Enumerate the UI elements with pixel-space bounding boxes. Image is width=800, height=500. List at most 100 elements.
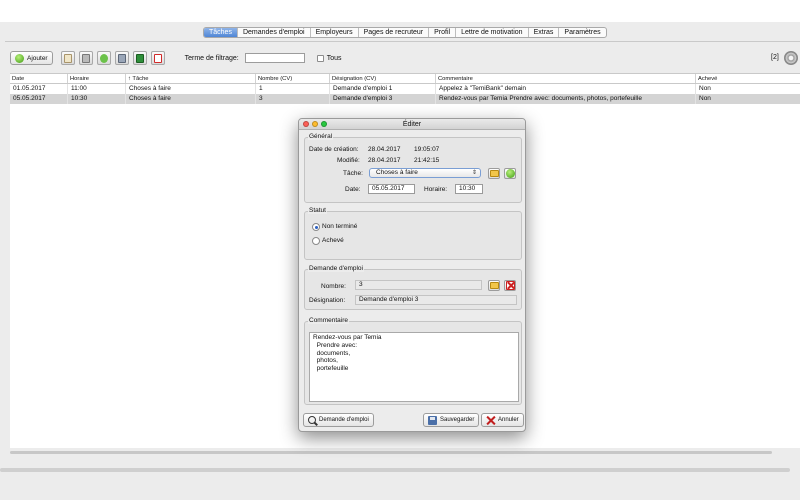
save-button-label: Sauvegarder	[440, 417, 475, 423]
record-count: [2]	[771, 54, 779, 61]
edit-icon	[63, 53, 72, 63]
add-task-button[interactable]	[504, 168, 516, 179]
table-cell: Non	[699, 85, 711, 92]
save-icon	[428, 415, 437, 425]
cancel-button[interactable]: Annuler	[481, 413, 524, 427]
tab-demandes-emploi[interactable]: Demandes d'emploi	[238, 28, 311, 37]
table-cell: 01.05.2017	[10, 84, 68, 94]
tab-taches[interactable]: Tâches	[204, 28, 238, 37]
table-cell: 10:30	[68, 94, 126, 104]
select-arrows-icon: ⇕	[471, 170, 477, 176]
status-group: Statut Non terminé Achevé	[304, 207, 522, 260]
task-label: Tâche:	[343, 170, 363, 177]
created-label: Date de création:	[309, 146, 359, 153]
filter-input[interactable]	[244, 53, 305, 63]
print-button[interactable]	[114, 51, 129, 65]
modified-date: 28.04.2017	[368, 157, 401, 164]
table-cell: Non	[699, 95, 711, 102]
status-open-radio[interactable]	[312, 223, 320, 231]
column-header-designation[interactable]: Désignation (CV)	[330, 74, 436, 83]
print-icon	[117, 53, 126, 63]
designation-label: Désignation:	[309, 297, 346, 304]
dialog-titlebar: Éditer	[299, 119, 525, 130]
created-time: 19:05:07	[414, 146, 440, 153]
tab-lettre-motivation[interactable]: Lettre de motivation	[456, 28, 529, 37]
tab-bar: Tâches Demandes d'emploi Employeurs Page…	[203, 27, 607, 38]
status-done-radio[interactable]	[312, 237, 320, 245]
app-window: Tâches Demandes d'emploi Employeurs Page…	[0, 0, 800, 500]
table-cell: 11:00	[68, 84, 126, 94]
table-header: Date Horaire ↑ Tâche Nombre (CV) Désigna…	[10, 74, 800, 84]
save-button[interactable]: Sauvegarder	[423, 413, 480, 427]
filter-label: Terme de filtrage:	[184, 54, 239, 62]
refresh-icon	[99, 53, 108, 63]
folder-icon	[489, 282, 499, 289]
table-cell: Demande d'emploi 3	[330, 94, 436, 104]
export-pdf-button[interactable]	[150, 51, 165, 65]
add-button[interactable]: Ajouter	[10, 51, 53, 65]
comment-textarea[interactable]: Rendez-vous par Temia Prendre avec: docu…	[309, 332, 519, 402]
table-cell: Rendez-vous par Temia Prendre avec: docu…	[436, 94, 696, 104]
gear-icon[interactable]	[784, 51, 798, 65]
minimize-icon[interactable]	[312, 121, 318, 127]
column-header-date[interactable]: Date	[10, 74, 68, 83]
cancel-icon	[486, 416, 495, 425]
edit-button[interactable]	[60, 51, 75, 65]
application-button-label: Demande d'emploi	[319, 417, 369, 423]
add-icon	[15, 53, 24, 63]
cancel-button-label: Annuler	[498, 417, 519, 423]
tab-profil[interactable]: Profil	[429, 28, 457, 37]
number-label: Nombre:	[321, 283, 346, 290]
task-select-value: Choses à faire	[376, 169, 418, 176]
add-icon	[505, 169, 515, 178]
general-group: Général Date de création: 28.04.2017 19:…	[304, 133, 522, 203]
open-application-button[interactable]	[488, 280, 500, 291]
created-date: 28.04.2017	[368, 146, 401, 153]
excel-icon	[135, 53, 144, 63]
delete-button[interactable]	[78, 51, 93, 65]
column-header-nombre[interactable]: Nombre (CV)	[256, 74, 330, 83]
table-cell: 1	[256, 84, 330, 94]
application-button[interactable]: Demande d'emploi	[303, 413, 374, 427]
designation-field: Demande d'emploi 3	[355, 295, 517, 305]
date-field[interactable]: 05.05.2017	[368, 184, 415, 194]
application-group: Demande d'emploi Nombre: 3 Désignation: …	[304, 265, 522, 310]
modified-time: 21:42:15	[414, 157, 440, 164]
window-horizontal-scrollbar[interactable]	[0, 468, 790, 472]
column-header-horaire[interactable]: Horaire	[68, 74, 126, 83]
column-header-commentaire[interactable]: Commentaire	[436, 74, 696, 83]
dialog-title: Éditer	[402, 121, 422, 128]
table-cell: Choses à faire	[126, 94, 256, 104]
table-row-selected[interactable]: 05.05.2017 10:30 Choses à faire 3 Demand…	[10, 94, 800, 104]
close-icon[interactable]	[303, 121, 309, 127]
time-label: Horaire:	[424, 186, 448, 193]
column-header-tache[interactable]: ↑ Tâche	[126, 74, 256, 83]
comment-group: Commentaire Rendez-vous par Temia Prendr…	[304, 317, 522, 405]
tab-extras[interactable]: Extras	[529, 28, 560, 37]
add-button-label: Ajouter	[27, 54, 48, 62]
table-cell: 3	[256, 94, 330, 104]
tab-pages-recruteur[interactable]: Pages de recruteur	[359, 28, 430, 37]
top-area	[0, 0, 800, 22]
remove-application-button[interactable]	[504, 280, 516, 291]
open-task-button[interactable]	[488, 168, 500, 179]
folder-icon	[489, 170, 499, 177]
toolbar: Ajouter Terme de filtrage: Tous	[10, 51, 342, 65]
maximize-icon[interactable]	[321, 121, 327, 127]
status-done-label: Achevé	[322, 237, 344, 244]
task-select[interactable]: Choses à faire ⇕	[369, 168, 481, 178]
time-field[interactable]: 10:30	[455, 184, 483, 194]
table-cell: Appelez à "TemiBank" demain	[436, 84, 696, 94]
table-horizontal-scrollbar[interactable]	[10, 451, 772, 454]
all-checkbox[interactable]	[316, 54, 324, 62]
export-excel-button[interactable]	[132, 51, 147, 65]
tab-parametres[interactable]: Paramètres	[559, 28, 605, 37]
general-legend: Général	[308, 133, 334, 140]
tab-employeurs[interactable]: Employeurs	[311, 28, 359, 37]
table-row[interactable]: 01.05.2017 11:00 Choses à faire 1 Demand…	[10, 84, 800, 94]
column-header-acheve[interactable]: Achevé	[696, 74, 800, 83]
refresh-button[interactable]	[96, 51, 111, 65]
table-cell: Choses à faire	[126, 84, 256, 94]
remove-icon	[505, 281, 515, 290]
date-label: Date:	[345, 186, 361, 193]
